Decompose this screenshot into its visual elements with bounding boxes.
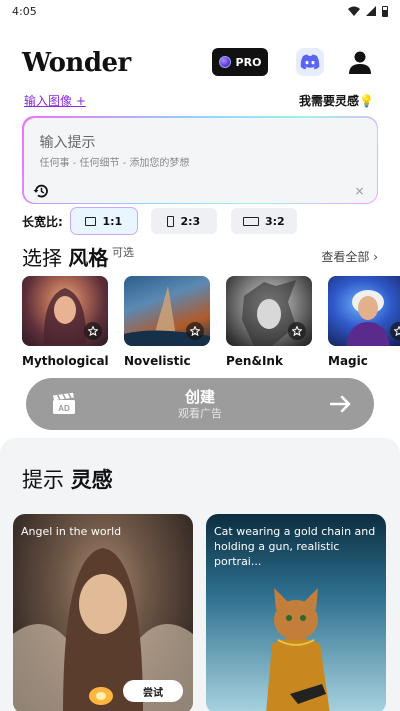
inspiration-card[interactable]: Angel in the world 尝试 [13, 514, 193, 711]
ratio-option-label: 2:3 [180, 214, 201, 228]
style-section-header: 选择 风格 可选 查看全部 › [22, 242, 378, 271]
history-icon[interactable] [32, 182, 50, 200]
prompt-placeholder: 任何事 - 任何细节 - 添加您的梦想 [39, 157, 190, 169]
style-card-label: Pen&Ink [226, 354, 283, 368]
inspiration-caption: Angel in the world [21, 525, 122, 538]
app-header: Wonder PRO [0, 44, 400, 84]
style-thumbnail[interactable] [328, 276, 400, 346]
discord-button[interactable] [296, 48, 324, 76]
pro-label: PRO [235, 55, 262, 69]
clear-icon[interactable]: × [354, 184, 364, 198]
status-time: 4:05 [12, 4, 37, 18]
ratio-square-icon [85, 216, 97, 226]
inspiration-caption: Cat wearing a gold chain and holding a g… [214, 525, 376, 568]
ratio-landscape-icon [242, 216, 259, 226]
pro-orb-icon [218, 56, 231, 68]
prompt-input-box[interactable]: 输入提示 任何事 - 任何细节 - 添加您的梦想 × [22, 116, 378, 204]
status-bar: 4:05 [0, 0, 400, 22]
ratio-option-2-3[interactable]: 2:3 [150, 208, 217, 234]
inspiration-panel: 提示 灵感 Angel in the world 尝试 Cat wearing … [0, 438, 400, 711]
prompt-input-inner[interactable]: 输入提示 任何事 - 任何细节 - 添加您的梦想 × [23, 117, 377, 203]
upload-image-link[interactable]: 输入图像 + [24, 92, 86, 109]
style-optional-label: 可选 [112, 246, 134, 259]
style-title-prefix: 选择 [22, 246, 62, 270]
pro-button[interactable]: PRO [212, 48, 268, 76]
style-section-title: 选择 风格 [22, 242, 108, 271]
style-card-magic[interactable]: Magic [328, 276, 400, 376]
user-icon [349, 51, 371, 74]
ratio-portrait-icon [167, 215, 175, 227]
favorite-star-icon[interactable] [186, 322, 204, 340]
style-thumbnail[interactable] [226, 276, 312, 346]
style-card-novelistic[interactable]: Novelistic [124, 276, 210, 376]
discord-icon [300, 54, 320, 70]
favorite-star-icon[interactable] [84, 322, 102, 340]
try-button[interactable]: 尝试 [123, 680, 183, 702]
ratio-option-3-2[interactable]: 3:2 [230, 208, 297, 234]
style-card-mythological[interactable]: Mythological [22, 276, 109, 376]
style-card-label: Magic [328, 354, 368, 368]
style-card-pen-ink[interactable]: Pen&Ink [226, 276, 312, 376]
ratio-option-label: 3:2 [264, 214, 285, 228]
upload-image-label: 输入图像 [24, 94, 73, 108]
inspiration-card[interactable]: Cat wearing a gold chain and holding a g… [206, 514, 386, 711]
style-thumbnail[interactable] [124, 276, 210, 346]
upload-plus: + [75, 94, 86, 108]
style-card-label: Mythological [22, 354, 109, 368]
create-label: 创建 [184, 388, 215, 406]
wifi-icon [348, 6, 360, 16]
create-button[interactable]: AD 创建 观看广告 [26, 378, 374, 430]
aspect-ratio-row: 长宽比: 1:1 2:3 3:2 [22, 207, 311, 235]
style-thumbnail[interactable] [22, 276, 108, 346]
ratio-option-label: 1:1 [102, 214, 123, 228]
prompt-title: 输入提示 [39, 134, 96, 151]
inspiration-title: 提示 灵感 [22, 464, 113, 494]
arrow-right-icon [330, 395, 351, 413]
see-all-link[interactable]: 查看全部 › [321, 248, 378, 265]
style-carousel[interactable]: Mythological Novelistic Pen&Ink Magic [22, 276, 400, 376]
app-logo: Wonder [22, 48, 131, 78]
style-title-bold: 风格 [68, 246, 109, 270]
style-artwork [346, 290, 390, 346]
signal-icon [366, 6, 376, 16]
status-icons [348, 5, 388, 17]
favorite-star-icon[interactable] [288, 322, 306, 340]
style-card-label: Novelistic [124, 354, 191, 368]
inspiration-title-prefix: 提示 [22, 468, 64, 492]
create-sublabel: 观看广告 [178, 407, 222, 420]
profile-button[interactable] [346, 48, 374, 76]
inspiration-title-bold: 灵感 [70, 468, 113, 492]
need-inspiration-link[interactable]: 我需要灵感💡 [299, 92, 374, 109]
battery-icon [382, 5, 388, 17]
aspect-ratio-label: 长宽比: [22, 214, 63, 229]
ratio-option-1-1[interactable]: 1:1 [69, 207, 138, 235]
